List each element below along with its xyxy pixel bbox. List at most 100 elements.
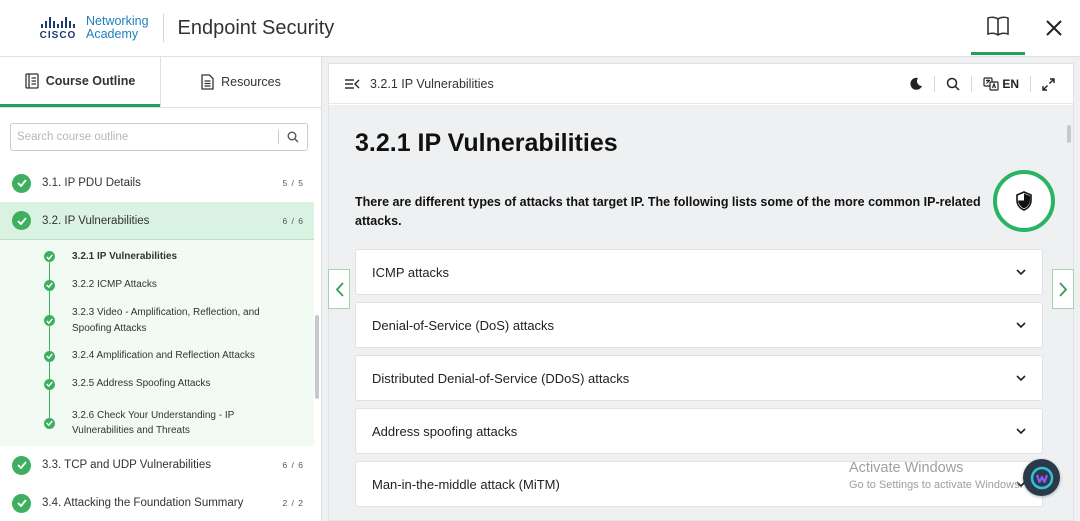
toolbar-divider <box>934 76 936 92</box>
module-progress: 2 / 2 <box>282 498 304 508</box>
shield-icon <box>1016 191 1032 211</box>
watermark-subtitle: Go to Settings to activate Windows. <box>849 479 1023 491</box>
close-icon <box>1046 20 1062 36</box>
topic-label: 3.2.5 Address Spoofing Attacks <box>72 378 211 390</box>
accordion-label: Distributed Denial-of-Service (DDoS) att… <box>372 370 630 386</box>
tab-course-outline[interactable]: Course Outline <box>0 57 160 107</box>
assistant-button[interactable] <box>1023 459 1060 496</box>
document-icon <box>201 74 214 90</box>
expand-icon <box>1042 77 1055 91</box>
accordion-item-spoofing[interactable]: Address spoofing attacks <box>355 408 1043 454</box>
check-circle-icon <box>12 173 31 193</box>
toolbar-actions: EN <box>909 64 1055 104</box>
course-outline-list: 3.1. IP PDU Details 5 / 5 3.2. IP Vulner… <box>0 164 314 521</box>
accordion-item-icmp[interactable]: ICMP attacks <box>355 249 1043 295</box>
fullscreen-button[interactable] <box>1042 77 1055 91</box>
topic-label: 3.2.1 IP Vulnerabilities <box>72 250 178 262</box>
check-circle-icon <box>44 378 55 390</box>
content-toolbar: 3.2.1 IP Vulnerabilities EN <box>329 64 1073 104</box>
cisco-networking-academy-logo[interactable]: CISCO Networking Academy <box>36 15 149 41</box>
module-label: 3.2. IP Vulnerabilities <box>42 214 150 227</box>
check-circle-icon <box>44 315 55 326</box>
topic-label: 3.2.4 Amplification and Reflection Attac… <box>72 350 255 362</box>
topic-label-line2: Spoofing Attacks <box>72 322 147 334</box>
book-icon <box>987 16 1009 36</box>
course-title: Endpoint Security <box>177 16 335 39</box>
check-circle-icon <box>44 350 55 362</box>
module-label: 3.4. Attacking the Foundation Summary <box>42 497 244 509</box>
topic-item[interactable]: 3.2.6 Check Your Understanding - IP Vulne… <box>0 400 314 446</box>
chevron-down-icon <box>1016 268 1026 275</box>
collapse-menu-button[interactable] <box>344 78 360 90</box>
search-icon <box>947 77 960 91</box>
app-header: CISCO Networking Academy Endpoint Securi… <box>0 0 1080 57</box>
tab-resources[interactable]: Resources <box>160 57 321 107</box>
cisco-logo-mark: CISCO <box>36 16 80 41</box>
translate-icon <box>983 77 999 91</box>
academy-wordmark: Networking Academy <box>86 15 149 41</box>
module-row[interactable]: 3.1. IP PDU Details 5 / 5 <box>0 164 314 202</box>
module-topic-list: 3.2.1 IP Vulnerabilities 3.2.2 ICMP Atta… <box>0 240 314 446</box>
module-label: 3.1. IP PDU Details <box>42 177 141 189</box>
breadcrumb: 3.2.1 IP Vulnerabilities <box>370 76 494 91</box>
page-title: 3.2.1 IP Vulnerabilities <box>355 129 618 157</box>
next-page-button[interactable] <box>1052 269 1074 309</box>
search-input[interactable] <box>17 131 278 143</box>
topic-item[interactable]: 3.2.2 ICMP Attacks <box>0 273 314 297</box>
check-circle-icon <box>12 211 31 230</box>
lesson-content: 3.2.1 IP Vulnerabilities There are diffe… <box>329 105 1073 520</box>
content-search-button[interactable] <box>946 77 960 91</box>
language-selector[interactable]: EN <box>983 77 1019 91</box>
topic-label: 3.2.3 Video - Amplification, Reflection,… <box>72 305 260 336</box>
accordion-label: ICMP attacks <box>372 264 450 280</box>
toolbar-divider <box>971 76 973 92</box>
topic-item[interactable]: 3.2.5 Address Spoofing Attacks <box>0 368 314 400</box>
dark-mode-toggle[interactable] <box>909 77 923 91</box>
cisco-wordmark: CISCO <box>39 29 77 41</box>
windows-activation-watermark: Activate Windows Go to Settings to activ… <box>849 460 1023 491</box>
module-progress: 5 / 5 <box>282 178 304 188</box>
check-circle-icon <box>12 493 31 513</box>
watermark-title: Activate Windows <box>849 460 964 476</box>
tab-course-outline-label: Course Outline <box>45 73 136 88</box>
language-code: EN <box>1002 77 1019 91</box>
course-sidebar: Course Outline Resources 3.1. IP PDU Det… <box>0 57 322 521</box>
search-icon <box>287 131 299 143</box>
academy-line2: Academy <box>86 27 139 41</box>
accordion-label: Man-in-the-middle attack (MiTM) <box>372 476 560 492</box>
module-row[interactable]: 3.3. TCP and UDP Vulnerabilities 6 / 6 <box>0 446 314 484</box>
module-progress: 6 / 6 <box>282 215 304 226</box>
check-circle-icon <box>44 279 55 291</box>
check-circle-icon <box>12 455 31 475</box>
module-progress: 6 / 6 <box>282 460 304 470</box>
module-row-active[interactable]: 3.2. IP Vulnerabilities 6 / 6 <box>0 202 314 240</box>
topic-item[interactable]: 3.2.3 Video - Amplification, Reflection,… <box>0 297 314 344</box>
module-label: 3.3. TCP and UDP Vulnerabilities <box>42 459 211 471</box>
check-circle-icon <box>44 251 55 262</box>
outline-search <box>10 123 308 151</box>
chevron-right-icon <box>1058 281 1067 297</box>
cisco-bars-icon <box>41 16 75 28</box>
accordion-label: Denial-of-Service (DoS) attacks <box>372 317 555 333</box>
topic-item-current[interactable]: 3.2.1 IP Vulnerabilities <box>0 240 314 273</box>
sidebar-scrollbar[interactable] <box>315 315 319 399</box>
content-scrollbar[interactable] <box>1067 125 1071 143</box>
accordion-item-dos[interactable]: Denial-of-Service (DoS) attacks <box>355 302 1043 348</box>
intro-text: There are different types of attacks tha… <box>355 195 981 228</box>
assistant-icon <box>1030 466 1053 489</box>
topic-item[interactable]: 3.2.4 Amplification and Reflection Attac… <box>0 344 314 368</box>
close-button[interactable] <box>1034 0 1074 56</box>
content-panel: 3.2.1 IP Vulnerabilities EN 3.2.1 IP Vul… <box>328 63 1074 521</box>
course-book-button[interactable] <box>971 0 1025 55</box>
module-row[interactable]: 3.4. Attacking the Foundation Summary 2 … <box>0 484 314 521</box>
toolbar-divider <box>1030 76 1031 92</box>
accordion-label: Address spoofing attacks <box>372 423 518 439</box>
previous-page-button[interactable] <box>328 269 350 309</box>
accordion-item-ddos[interactable]: Distributed Denial-of-Service (DDoS) att… <box>355 355 1043 401</box>
chevron-down-icon <box>1016 427 1026 434</box>
search-button[interactable] <box>279 131 307 143</box>
security-shield-button[interactable] <box>993 170 1055 232</box>
chevron-down-icon <box>1016 374 1026 381</box>
topic-label-line2: Vulnerabilities and Threats <box>72 425 190 436</box>
chevron-left-icon <box>335 281 344 297</box>
